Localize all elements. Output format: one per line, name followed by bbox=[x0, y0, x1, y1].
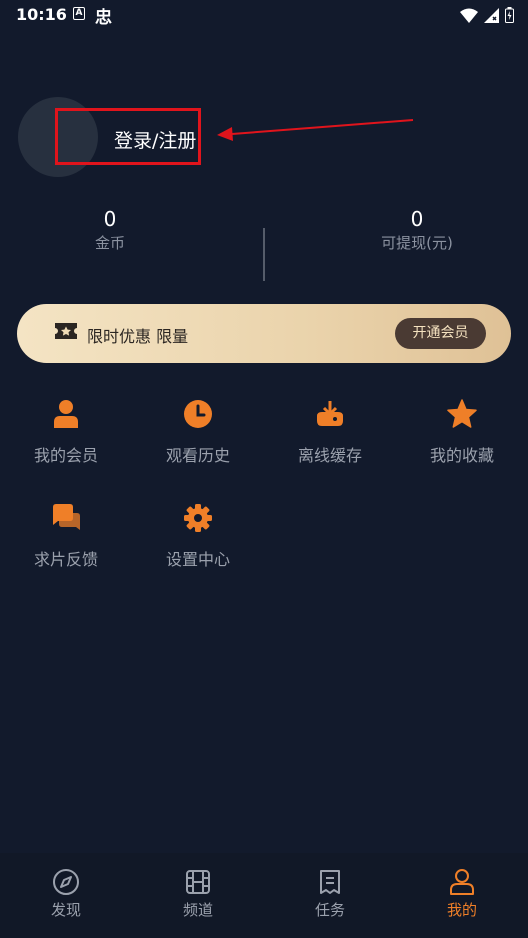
coins-stat[interactable]: 0 金币 bbox=[60, 207, 160, 253]
menu-request-feedback[interactable]: 求片反馈 bbox=[11, 502, 121, 570]
coins-value: 0 bbox=[103, 207, 117, 231]
menu-my-membership[interactable]: 我的会员 bbox=[11, 398, 121, 466]
bottom-nav: 发现 频道 任务 我的 bbox=[0, 853, 528, 938]
film-icon bbox=[186, 870, 210, 894]
wifi-icon bbox=[460, 8, 478, 23]
menu-my-favorites[interactable]: 我的收藏 bbox=[407, 398, 517, 466]
nav-label: 发现 bbox=[50, 901, 81, 919]
nav-discover[interactable]: 发现 bbox=[21, 867, 111, 920]
clock-icon bbox=[184, 400, 212, 428]
withdraw-stat[interactable]: 0 可提现(元) bbox=[357, 207, 477, 253]
menu-label: 观看历史 bbox=[165, 446, 230, 465]
star-icon bbox=[447, 399, 477, 428]
task-icon bbox=[320, 870, 340, 894]
menu-offline-cache[interactable]: 离线缓存 bbox=[275, 398, 385, 466]
vip-promo-text: 限时优惠 限量 bbox=[87, 327, 189, 346]
status-bar: 10:16 A 忠 bbox=[0, 0, 528, 30]
signal-icon bbox=[484, 7, 499, 23]
status-time: 10:16 bbox=[16, 5, 67, 24]
menu-label: 求片反馈 bbox=[33, 550, 98, 569]
menu-label: 离线缓存 bbox=[297, 446, 362, 465]
menu-label: 我的收藏 bbox=[429, 446, 494, 465]
nav-channels[interactable]: 频道 bbox=[153, 867, 243, 920]
withdraw-value: 0 bbox=[410, 207, 424, 231]
menu-settings[interactable]: 设置中心 bbox=[143, 502, 253, 570]
ticket-icon bbox=[55, 323, 77, 339]
withdraw-label: 可提现(元) bbox=[381, 234, 453, 252]
user-icon bbox=[54, 400, 78, 428]
profile-icon bbox=[450, 869, 474, 895]
nav-label: 我的 bbox=[446, 901, 477, 919]
annotation-highlight-box bbox=[55, 108, 201, 165]
coins-label: 金币 bbox=[94, 234, 125, 252]
nav-label: 频道 bbox=[182, 901, 213, 919]
nav-mine[interactable]: 我的 bbox=[417, 867, 507, 920]
stats-divider bbox=[263, 228, 265, 281]
battery-icon bbox=[505, 7, 514, 23]
menu-label: 我的会员 bbox=[33, 446, 98, 465]
compass-icon bbox=[53, 869, 79, 895]
status-icons bbox=[460, 6, 514, 24]
download-icon bbox=[317, 401, 343, 426]
open-vip-button[interactable]: 开通会员 bbox=[395, 318, 486, 349]
menu-watch-history[interactable]: 观看历史 bbox=[143, 398, 253, 466]
app-notification-icon: 忠 bbox=[95, 8, 112, 28]
nav-label: 任务 bbox=[314, 901, 345, 919]
chat-icon bbox=[53, 504, 80, 530]
vip-banner[interactable]: 限时优惠 限量 开通会员 bbox=[17, 304, 511, 363]
nav-tasks[interactable]: 任务 bbox=[285, 867, 375, 920]
gear-icon bbox=[184, 504, 212, 532]
a-notification-icon: A bbox=[73, 7, 85, 20]
menu-label: 设置中心 bbox=[165, 550, 230, 569]
